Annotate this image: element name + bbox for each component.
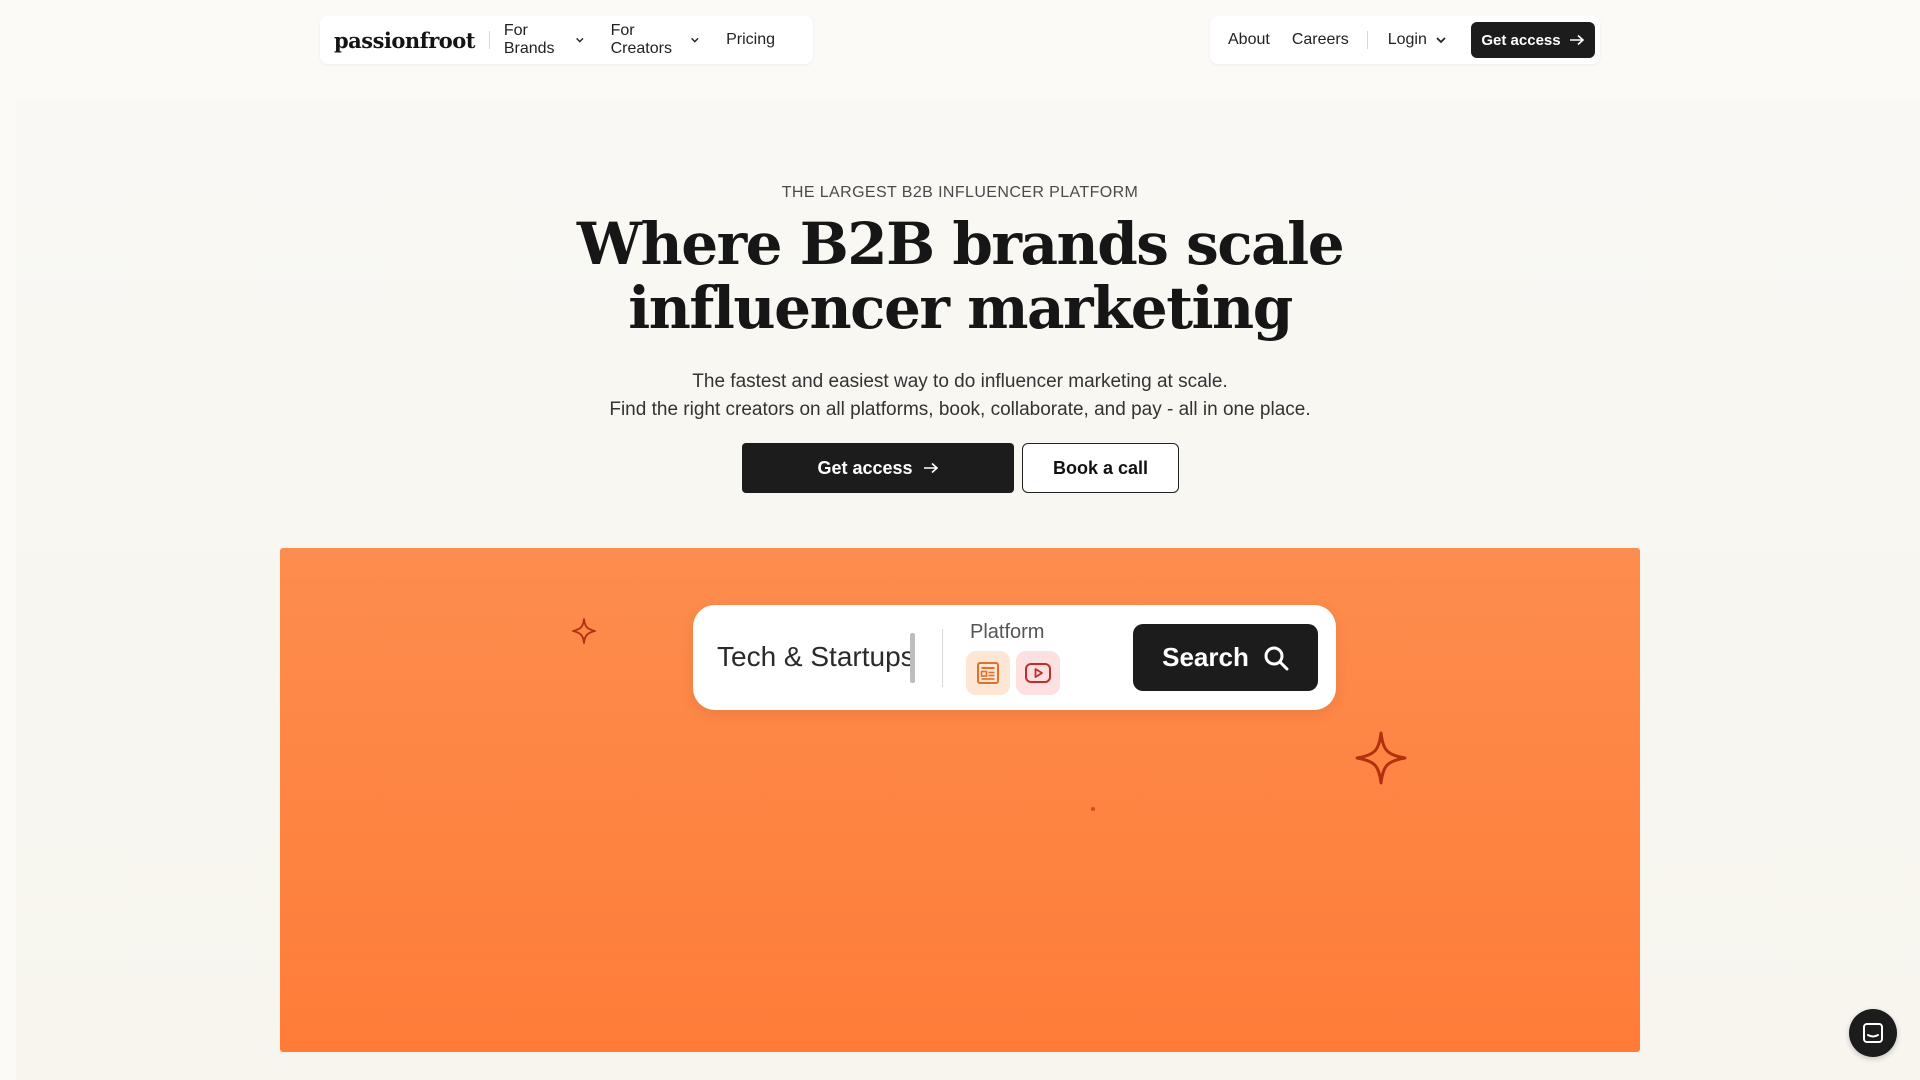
logo[interactable]: passionfroot <box>332 28 476 53</box>
hero-subtitle-line-2: Find the right creators on all platforms… <box>609 399 1311 420</box>
youtube-icon <box>1025 663 1051 683</box>
nav-login[interactable]: Login <box>1388 31 1447 49</box>
hero-headline: Where B2B brands scale influencer market… <box>0 212 1920 340</box>
nav-pricing-label: Pricing <box>726 31 775 48</box>
nav-for-brands-label: For Brands <box>503 22 555 57</box>
decorative-dot <box>1091 807 1095 811</box>
book-a-call-button[interactable]: Book a call <box>1022 443 1179 493</box>
arrow-right-icon <box>1569 34 1584 46</box>
chat-launcher-button[interactable] <box>1849 1009 1897 1057</box>
hero-eyebrow: THE LARGEST B2B INFLUENCER PLATFORM <box>781 184 1139 201</box>
nav-pricing[interactable]: Pricing <box>726 31 775 49</box>
get-access-button[interactable]: Get access <box>742 443 1014 493</box>
chevron-down-icon <box>691 37 700 43</box>
newsletter-platform-toggle[interactable] <box>966 651 1010 695</box>
get-access-label: Get access <box>817 457 913 478</box>
newsletter-icon <box>977 662 999 684</box>
chevron-down-icon <box>576 37 584 43</box>
secondary-nav: About Careers Login Get access <box>1210 16 1600 64</box>
sparkle-icon <box>1355 731 1407 785</box>
youtube-platform-toggle[interactable] <box>1016 651 1060 695</box>
hero-subtitle: The fastest and easiest way to do influe… <box>0 368 1920 424</box>
chevron-down-icon <box>1436 37 1446 44</box>
text-cursor <box>910 633 915 683</box>
nav-for-creators[interactable]: For Creators <box>611 22 700 58</box>
chat-icon <box>1863 1023 1883 1043</box>
nav-login-label: Login <box>1387 31 1427 48</box>
search-button-label: Search <box>1162 642 1249 672</box>
nav-divider <box>1366 31 1368 49</box>
hero-headline-line-2: influencer marketing <box>628 274 1293 342</box>
platform-label: Platform <box>970 621 1045 643</box>
nav-get-access-label: Get access <box>1481 31 1561 49</box>
primary-nav: passionfroot For Brands For Creators Pri… <box>320 16 813 64</box>
search-button[interactable]: Search <box>1133 624 1318 691</box>
hero-subtitle-line-1: The fastest and easiest way to do influe… <box>692 371 1228 392</box>
search-divider <box>942 629 943 687</box>
nav-for-brands[interactable]: For Brands <box>504 22 585 58</box>
nav-get-access-button[interactable]: Get access <box>1471 22 1595 58</box>
sparkle-icon <box>572 618 596 644</box>
creator-search-bar: Tech & Startups Platform Search <box>693 605 1336 710</box>
search-query-input[interactable]: Tech & Startups <box>717 641 915 673</box>
arrow-right-icon <box>923 462 938 474</box>
search-icon <box>1264 646 1289 670</box>
nav-about[interactable]: About <box>1228 31 1270 49</box>
hero-headline-line-1: Where B2B brands scale <box>576 210 1345 278</box>
nav-for-creators-label: For Creators <box>610 22 672 57</box>
nav-careers[interactable]: Careers <box>1292 31 1349 49</box>
nav-divider <box>489 31 490 49</box>
